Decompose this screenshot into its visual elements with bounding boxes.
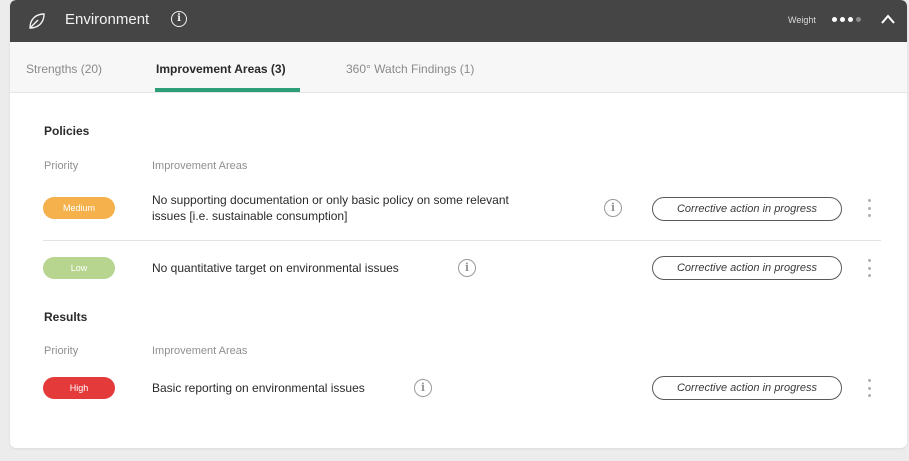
row-divider: [43, 240, 881, 241]
priority-badge-low: Low: [43, 257, 115, 279]
improvement-area-text: No supporting documentation or only basi…: [152, 192, 509, 224]
corrective-action-button[interactable]: Corrective action in progress: [652, 256, 842, 280]
more-options-icon[interactable]: [864, 377, 874, 399]
column-header-improvement-areas: Improvement Areas: [152, 345, 248, 357]
more-options-icon[interactable]: [864, 257, 874, 279]
column-header-improvement-areas: Improvement Areas: [152, 160, 248, 172]
section-heading-results: Results: [44, 310, 88, 324]
weight-dot-filled: [848, 17, 853, 22]
environment-card: Environment i Weight Strengths (20) Impr…: [10, 0, 907, 448]
tab-strengths[interactable]: Strengths (20): [26, 62, 102, 76]
weight-indicator: [832, 17, 861, 22]
chevron-up-icon[interactable]: [880, 12, 896, 26]
weight-dot-filled: [832, 17, 837, 22]
priority-badge-medium: Medium: [43, 197, 115, 219]
improvement-area-text: Basic reporting on environmental issues: [152, 381, 365, 395]
section-heading-policies: Policies: [44, 124, 90, 138]
improvement-area-text: No quantitative target on environmental …: [152, 261, 399, 275]
card-header[interactable]: Environment i Weight: [10, 0, 907, 42]
leaf-icon: [29, 13, 45, 29]
section-title-environment: Environment: [65, 11, 150, 28]
tab-improvement-areas[interactable]: Improvement Areas (3): [156, 62, 286, 76]
weight-dot-filled: [840, 17, 845, 22]
weight-label: Weight: [788, 15, 816, 25]
tab-bar: Strengths (20) Improvement Areas (3) 360…: [10, 42, 907, 93]
info-icon[interactable]: i: [171, 11, 187, 27]
corrective-action-button[interactable]: Corrective action in progress: [652, 197, 842, 221]
priority-badge-high: High: [43, 377, 115, 399]
info-icon[interactable]: i: [414, 379, 432, 397]
improvement-area-line: issues [i.e. sustainable consumption]: [152, 209, 348, 223]
column-header-priority: Priority: [44, 160, 79, 172]
column-header-priority: Priority: [44, 345, 79, 357]
corrective-action-button[interactable]: Corrective action in progress: [652, 376, 842, 400]
active-tab-indicator: [155, 88, 300, 92]
improvement-area-line: No supporting documentation or only basi…: [152, 193, 509, 207]
weight-dot-empty: [856, 17, 861, 22]
more-options-icon[interactable]: [864, 197, 874, 219]
info-icon[interactable]: i: [604, 199, 622, 217]
info-icon[interactable]: i: [458, 259, 476, 277]
tab-360-watch-findings[interactable]: 360° Watch Findings (1): [346, 62, 474, 76]
